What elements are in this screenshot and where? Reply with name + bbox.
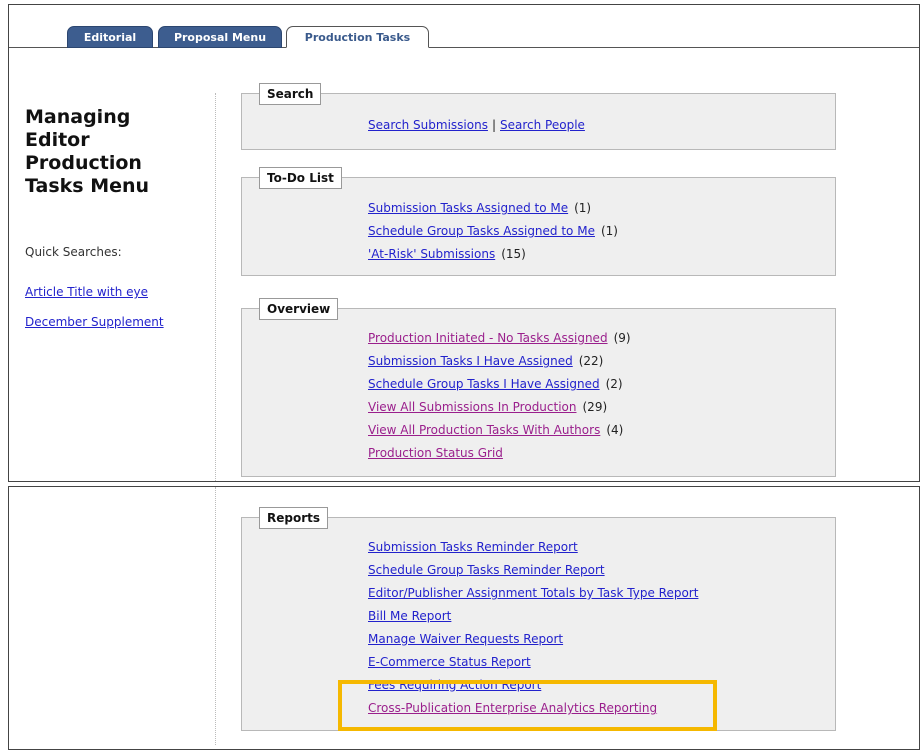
schedule-group-tasks-reminder-report-link[interactable]: Schedule Group Tasks Reminder Report	[368, 563, 605, 577]
schedule-group-tasks-i-assigned-link[interactable]: Schedule Group Tasks I Have Assigned	[368, 377, 600, 391]
search-group: Search Search Submissions | Search People	[241, 83, 836, 150]
list-item: Production Initiated - No Tasks Assigned…	[368, 327, 631, 350]
reports-group: Reports Submission Tasks Reminder Report…	[241, 507, 836, 731]
list-item: View All Production Tasks With Authors (4…	[368, 419, 631, 442]
list-item: Schedule Group Tasks Assigned to Me (1)	[368, 220, 618, 243]
view-all-production-tasks-link[interactable]: View All Production Tasks With Authors	[368, 423, 600, 437]
editor-publisher-assignment-totals-link[interactable]: Editor/Publisher Assignment Totals by Ta…	[368, 586, 698, 600]
quick-search-article-title-with-eye[interactable]: Article Title with eye	[25, 285, 148, 299]
cross-publication-analytics-link[interactable]: Cross-Publication Enterprise Analytics R…	[368, 701, 657, 715]
bottom-panel: Reports Submission Tasks Reminder Report…	[8, 486, 920, 750]
search-submissions-link[interactable]: Search Submissions	[368, 118, 488, 132]
item-count: (1)	[574, 201, 592, 215]
list-item: View All Submissions In Production (29)	[368, 396, 631, 419]
list-item: Submission Tasks Assigned to Me (1)	[368, 197, 618, 220]
item-count: (22)	[578, 354, 604, 368]
schedule-group-tasks-assigned-link[interactable]: Schedule Group Tasks Assigned to Me	[368, 224, 595, 238]
top-panel: Editorial Proposal Menu Production Tasks…	[8, 4, 920, 482]
tab-editorial[interactable]: Editorial	[67, 26, 153, 48]
vertical-divider	[215, 93, 216, 481]
tab-bar: Editorial Proposal Menu Production Tasks	[9, 5, 919, 48]
submission-tasks-i-assigned-link[interactable]: Submission Tasks I Have Assigned	[368, 354, 573, 368]
item-count: (1)	[600, 224, 618, 238]
list-item: Cross-Publication Enterprise Analytics R…	[368, 697, 698, 720]
item-count: (15)	[501, 247, 526, 261]
item-count: (2)	[605, 377, 623, 391]
e-commerce-status-report-link[interactable]: E-Commerce Status Report	[368, 655, 531, 669]
tab-production-tasks[interactable]: Production Tasks	[286, 26, 429, 48]
submission-tasks-reminder-report-link[interactable]: Submission Tasks Reminder Report	[368, 540, 578, 554]
list-item: Submission Tasks Reminder Report	[368, 536, 698, 559]
production-status-grid-link[interactable]: Production Status Grid	[368, 446, 503, 460]
at-risk-submissions-link[interactable]: 'At-Risk' Submissions	[368, 247, 495, 261]
list-item: E-Commerce Status Report	[368, 651, 698, 674]
reports-legend: Reports	[259, 507, 329, 529]
list-item: Schedule Group Tasks Reminder Report	[368, 559, 698, 582]
todo-legend: To-Do List	[259, 167, 342, 189]
search-legend: Search	[259, 83, 322, 105]
quick-searches-label: Quick Searches:	[25, 245, 122, 259]
list-item: Bill Me Report	[368, 605, 698, 628]
item-count: (29)	[582, 400, 608, 414]
list-item: Fees Requiring Action Report	[368, 674, 698, 697]
fees-requiring-action-report-link[interactable]: Fees Requiring Action Report	[368, 678, 541, 692]
overview-group: Overview Production Initiated - No Tasks…	[241, 298, 836, 477]
submission-tasks-assigned-link[interactable]: Submission Tasks Assigned to Me	[368, 201, 568, 215]
quick-search-december-supplement[interactable]: December Supplement	[25, 315, 164, 329]
tab-proposal-menu[interactable]: Proposal Menu	[158, 26, 282, 48]
list-item: Schedule Group Tasks I Have Assigned (2)	[368, 373, 631, 396]
list-item: 'At-Risk' Submissions (15)	[368, 243, 618, 266]
page-title: Managing Editor Production Tasks Menu	[25, 106, 150, 197]
item-count: (4)	[606, 423, 624, 437]
list-item: Production Status Grid	[368, 442, 631, 465]
view-all-submissions-link[interactable]: View All Submissions In Production	[368, 400, 577, 414]
item-count: (9)	[613, 331, 631, 345]
todo-group: To-Do List Submission Tasks Assigned to …	[241, 167, 836, 276]
overview-legend: Overview	[259, 298, 339, 320]
list-item: Editor/Publisher Assignment Totals by Ta…	[368, 582, 698, 605]
production-initiated-link[interactable]: Production Initiated - No Tasks Assigned	[368, 331, 608, 345]
manage-waiver-requests-report-link[interactable]: Manage Waiver Requests Report	[368, 632, 563, 646]
list-item: Manage Waiver Requests Report	[368, 628, 698, 651]
search-separator: |	[491, 118, 496, 132]
list-item: Submission Tasks I Have Assigned (22)	[368, 350, 631, 373]
bill-me-report-link[interactable]: Bill Me Report	[368, 609, 451, 623]
search-people-link[interactable]: Search People	[500, 118, 585, 132]
vertical-divider	[215, 487, 216, 745]
